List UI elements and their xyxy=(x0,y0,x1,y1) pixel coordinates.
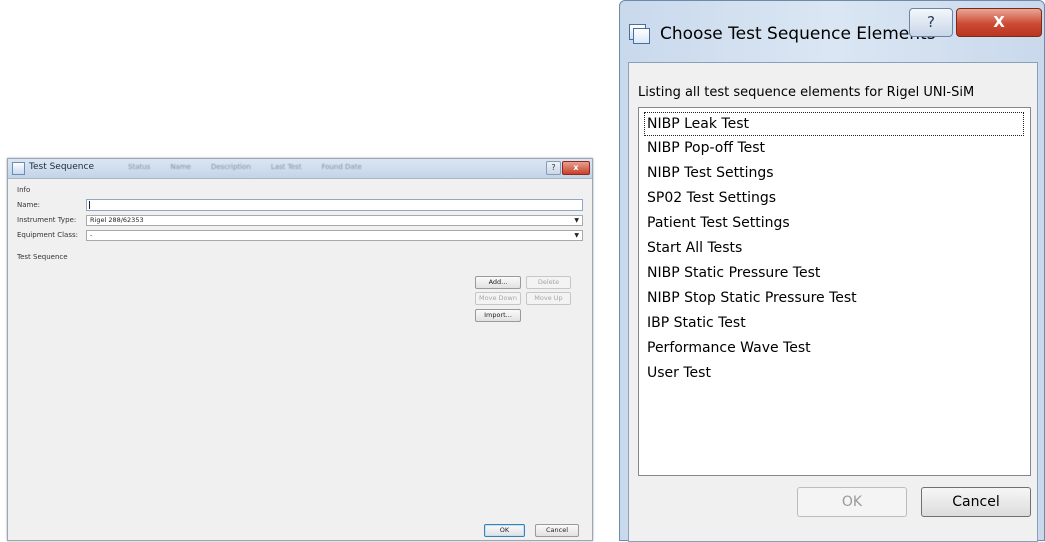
equipment-class-label: Equipment Class: xyxy=(17,231,78,239)
close-icon: X xyxy=(993,13,1005,31)
choose-elements-dialog: Choose Test Sequence Elements ? X Listin… xyxy=(619,0,1045,542)
name-input[interactable] xyxy=(86,199,583,211)
elements-list[interactable]: NIBP Leak Test NIBP Pop-off Test NIBP Te… xyxy=(638,107,1031,476)
ok-button[interactable]: OK xyxy=(484,524,525,537)
cancel-button[interactable]: Cancel xyxy=(535,524,579,537)
move-up-button[interactable]: Move Up xyxy=(526,292,571,305)
text-caret xyxy=(89,201,90,209)
list-item[interactable]: Start All Tests xyxy=(647,236,742,260)
equipment-class-value: - xyxy=(90,231,93,239)
move-down-button[interactable]: Move Down xyxy=(475,292,521,305)
list-item[interactable]: NIBP Leak Test xyxy=(644,112,1024,136)
header-description: Description xyxy=(210,163,251,171)
dialog-window-icon xyxy=(629,24,651,44)
close-button[interactable]: X xyxy=(956,8,1042,37)
list-item[interactable]: NIBP Pop-off Test xyxy=(647,136,765,160)
list-item[interactable]: Performance Wave Test xyxy=(647,336,811,360)
list-item[interactable]: NIBP Stop Static Pressure Test xyxy=(647,286,857,310)
dialog-body: Listing all test sequence elements for R… xyxy=(628,62,1038,542)
window-title: Test Sequence xyxy=(29,162,94,172)
cancel-button[interactable]: Cancel xyxy=(921,487,1031,517)
close-button[interactable]: x xyxy=(562,161,590,175)
instrument-type-label: Instrument Type: xyxy=(17,216,77,224)
delete-button[interactable]: Delete xyxy=(526,276,571,289)
list-item[interactable]: User Test xyxy=(647,361,711,385)
add-button[interactable]: Add... xyxy=(475,276,521,289)
name-label: Name: xyxy=(17,201,41,209)
dialog-description: Listing all test sequence elements for R… xyxy=(638,85,975,100)
equipment-class-select[interactable]: - ▼ xyxy=(86,230,583,241)
instrument-type-value: Rigel 288/62353 xyxy=(90,216,144,224)
window-icon xyxy=(12,162,25,175)
chevron-down-icon: ▼ xyxy=(574,232,579,239)
instrument-type-select[interactable]: Rigel 288/62353 ▼ xyxy=(86,215,583,226)
test-sequence-label: Test Sequence xyxy=(17,253,68,261)
header-status: Status xyxy=(128,163,151,171)
list-item[interactable]: Patient Test Settings xyxy=(647,211,790,235)
import-button[interactable]: Import... xyxy=(475,309,521,322)
header-found-date: Found Date xyxy=(321,163,362,171)
help-button[interactable]: ? xyxy=(546,161,561,175)
header-last-test: Last Test xyxy=(270,163,302,171)
list-item[interactable]: IBP Static Test xyxy=(647,311,746,335)
list-item[interactable]: NIBP Static Pressure Test xyxy=(647,261,820,285)
chevron-down-icon: ▼ xyxy=(574,217,579,224)
test-sequence-window: Test Sequence Status Name Description La… xyxy=(7,158,593,541)
ok-button[interactable]: OK xyxy=(797,487,907,517)
info-label: Info xyxy=(17,186,31,194)
help-icon: ? xyxy=(927,13,935,31)
dialog-title: Choose Test Sequence Elements xyxy=(660,24,936,44)
background-column-headers: Status Name Description Last Test Found … xyxy=(128,163,518,174)
header-name: Name xyxy=(170,163,191,171)
list-item[interactable]: NIBP Test Settings xyxy=(647,161,774,185)
title-bar: Test Sequence Status Name Description La… xyxy=(8,159,592,179)
list-item[interactable]: SP02 Test Settings xyxy=(647,186,776,210)
help-button[interactable]: ? xyxy=(909,8,953,37)
